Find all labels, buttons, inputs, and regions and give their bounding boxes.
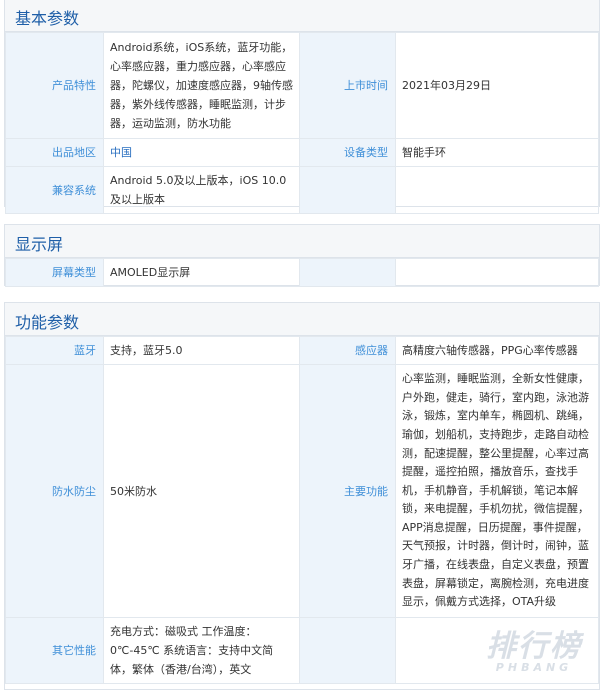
spec-label: 感应器 (299, 336, 396, 365)
spec-table: 产品特性 Android系统，iOS系统，蓝牙功能，心率感应器，重力感应器，心率… (5, 32, 599, 214)
spec-label (299, 617, 396, 684)
table-row: 防水防尘 50米防水 主要功能 心率监测，睡眠监测，全新女性健康，户外跑，健走，… (5, 364, 599, 618)
table-row: 出品地区 中国 设备类型 智能手环 (5, 138, 599, 167)
section-header: 显示屏 (5, 225, 599, 258)
table-row: 屏幕类型 AMOLED显示屏 (5, 258, 599, 287)
spec-value (395, 166, 599, 214)
spec-label: 蓝牙 (5, 336, 104, 365)
spec-value-link[interactable]: 中国 (103, 138, 300, 167)
spec-label: 设备类型 (299, 138, 396, 167)
spec-label: 防水防尘 (5, 364, 104, 618)
section-title: 基本参数 (15, 9, 80, 28)
spec-value: 高精度六轴传感器，PPG心率传感器 (395, 336, 599, 365)
spec-value: Android 5.0及以上版本，iOS 10.0及以上版本 (103, 166, 300, 214)
spec-label: 屏幕类型 (5, 258, 104, 287)
spec-value (395, 258, 599, 287)
spec-table: 屏幕类型 AMOLED显示屏 (5, 258, 599, 287)
section-title: 功能参数 (15, 313, 80, 332)
spec-value: AMOLED显示屏 (103, 258, 300, 287)
table-row: 产品特性 Android系统，iOS系统，蓝牙功能，心率感应器，重力感应器，心率… (5, 32, 599, 139)
section-basic-params: 基本参数 产品特性 Android系统，iOS系统，蓝牙功能，心率感应器，重力感… (4, 0, 600, 214)
watermark-logo: 排行榜 PHBANG (486, 621, 582, 674)
section-header: 基本参数 (5, 0, 599, 32)
spec-value: 2021年03月29日 (395, 32, 599, 139)
watermark-sub: PHBANG (495, 661, 573, 674)
table-row: 兼容系统 Android 5.0及以上版本，iOS 10.0及以上版本 (5, 166, 599, 214)
table-row: 蓝牙 支持，蓝牙5.0 感应器 高精度六轴传感器，PPG心率传感器 (5, 336, 599, 365)
section-title: 显示屏 (15, 235, 64, 254)
spec-value: 心率监测，睡眠监测，全新女性健康，户外跑，健走，骑行，室内跑，泳池游泳，锻炼，室… (395, 364, 599, 618)
spec-value: 智能手环 (395, 138, 599, 167)
spec-label: 出品地区 (5, 138, 104, 167)
spec-label: 主要功能 (299, 364, 396, 618)
spec-value: Android系统，iOS系统，蓝牙功能，心率感应器，重力感应器，心率感应器，陀… (103, 32, 300, 139)
spec-label: 产品特性 (5, 32, 104, 139)
watermark-main: 排行榜 (486, 629, 582, 664)
spec-label: 兼容系统 (5, 166, 104, 214)
section-header: 功能参数 (5, 303, 599, 336)
spec-value: 支持，蓝牙5.0 (103, 336, 300, 365)
spec-value: 充电方式：磁吸式 工作温度：0℃-45℃ 系统语言：支持中文简体，繁体（香港/台… (103, 617, 300, 684)
spec-label (299, 258, 396, 287)
spec-value: 50米防水 (103, 364, 300, 618)
spec-label: 其它性能 (5, 617, 104, 684)
spec-label: 上市时间 (299, 32, 396, 139)
section-display: 显示屏 屏幕类型 AMOLED显示屏 (4, 224, 600, 287)
spec-label (299, 166, 396, 214)
